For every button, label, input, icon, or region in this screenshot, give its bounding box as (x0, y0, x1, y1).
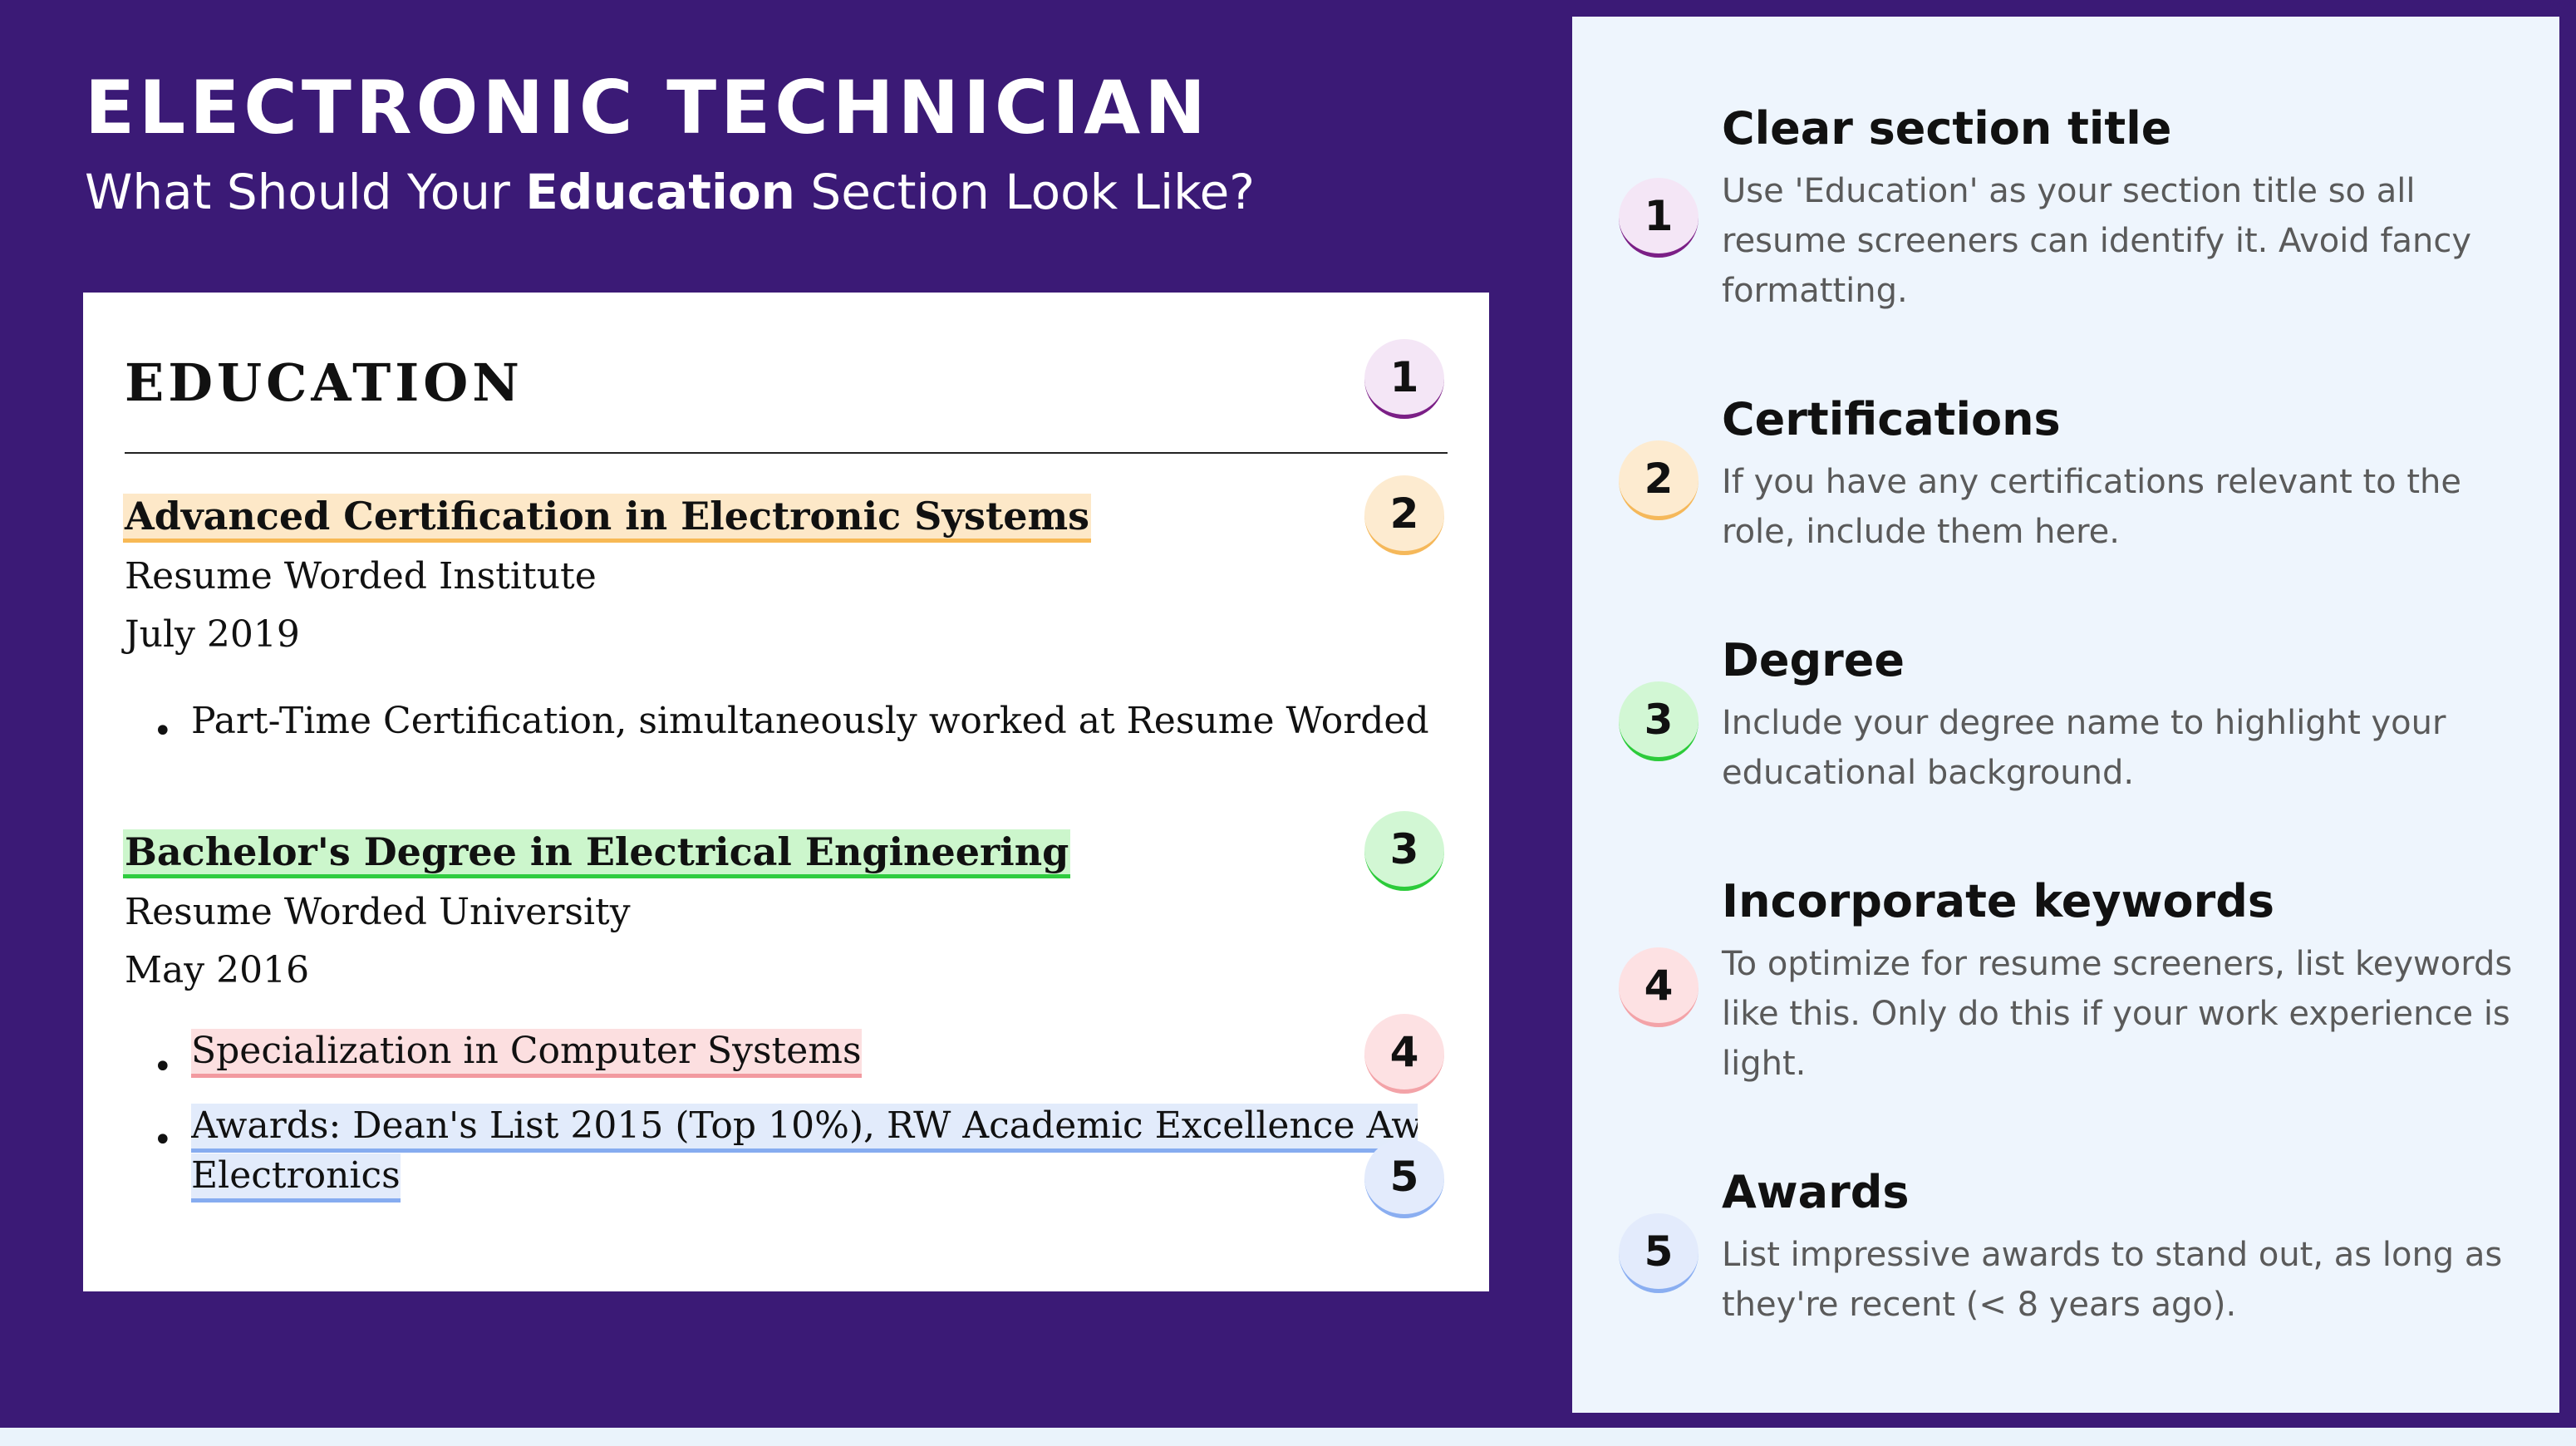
tip-body: To optimize for resume screeners, list k… (1722, 945, 2513, 1083)
subtitle-post: Section Look Like? (794, 164, 1256, 220)
tip-badge-3: 3 (1619, 681, 1698, 761)
tip-body: Use 'Education' as your section title so… (1722, 172, 2472, 310)
tip-title: Clear section title (1722, 102, 2172, 155)
bullet-specialization: Specialization in Computer Systems (191, 1029, 862, 1078)
entry-institution: Resume Worded University (125, 891, 631, 933)
badge-2: 2 (1364, 475, 1444, 555)
bullet-dot: • (153, 1048, 173, 1086)
bullet-text: Part-Time Certification, simultaneously … (191, 700, 1429, 742)
tip-body: If you have any certifications relevant … (1722, 463, 2461, 551)
section-divider (125, 452, 1448, 454)
bullet-awards: Awards: Dean's List 2015 (Top 10%), RW A… (191, 1104, 1418, 1153)
tip-badge-5: 5 (1619, 1213, 1698, 1293)
bullet-dot: • (153, 712, 173, 750)
badge-1: 1 (1364, 339, 1444, 419)
education-heading: EDUCATION (125, 352, 524, 413)
tips-panel: 1 Clear section title Use 'Education' as… (1572, 17, 2559, 1413)
entry-date: May 2016 (125, 949, 310, 991)
page-subtitle: What Should Your Education Section Look … (85, 165, 1255, 220)
bullet-awards-continued: Electronics (191, 1153, 401, 1203)
badge-4: 4 (1364, 1014, 1444, 1094)
tip-title: Awards (1722, 1166, 1910, 1218)
tip-title: Certifications (1722, 393, 2061, 445)
tip-title: Incorporate keywords (1722, 875, 2275, 927)
tip-body: Include your degree name to highlight yo… (1722, 704, 2446, 792)
tip-badge-2: 2 (1619, 440, 1698, 520)
entry-title-degree: Bachelor's Degree in Electrical Engineer… (123, 829, 1071, 879)
tip-body: List impressive awards to stand out, as … (1722, 1236, 2503, 1324)
badge-5: 5 (1364, 1139, 1444, 1218)
tip-badge-4: 4 (1619, 947, 1698, 1027)
entry-institution: Resume Worded Institute (125, 555, 597, 598)
tip-badge-1: 1 (1619, 178, 1698, 258)
subtitle-pre: What Should Your (85, 164, 526, 220)
page-title: ELECTRONIC TECHNICIAN (85, 65, 1210, 150)
resume-education-card: EDUCATION Advanced Certification in Elec… (83, 293, 1489, 1291)
tip-title: Degree (1722, 634, 1905, 686)
badge-3: 3 (1364, 811, 1444, 891)
bullet-dot: • (153, 1121, 173, 1159)
entry-title-certification: Advanced Certification in Electronic Sys… (123, 494, 1092, 543)
subtitle-bold: Education (525, 164, 795, 220)
entry-date: July 2019 (125, 613, 300, 656)
